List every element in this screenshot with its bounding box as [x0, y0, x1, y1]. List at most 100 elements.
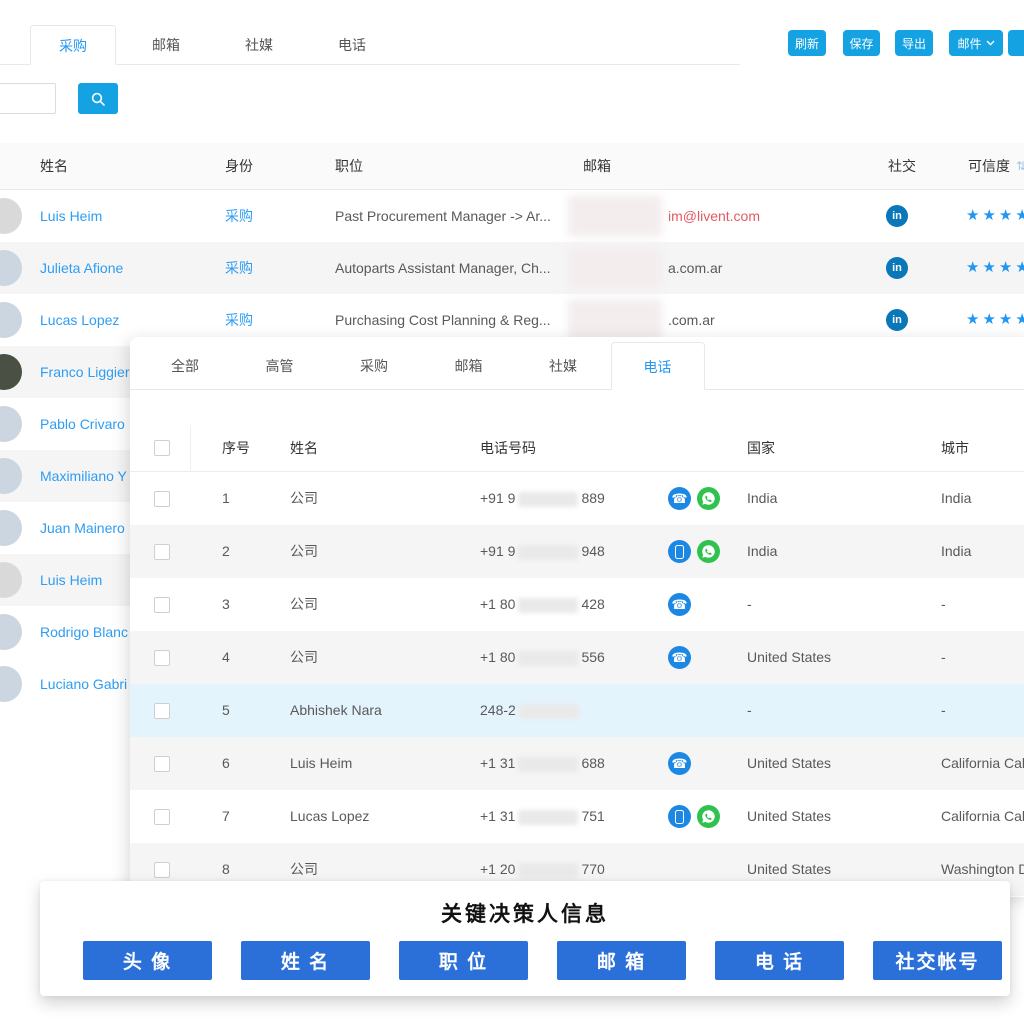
name-cell: 公司: [290, 472, 318, 525]
phone-icon[interactable]: ☎: [668, 593, 691, 616]
mobile-icon[interactable]: [668, 540, 691, 563]
email-button[interactable]: 邮 箱: [557, 941, 686, 980]
row-checkbox[interactable]: [154, 491, 170, 507]
tab-email[interactable]: 邮箱: [123, 25, 209, 65]
contact-icons: ☎: [668, 487, 720, 510]
search-button[interactable]: [78, 83, 118, 114]
name-cell: Luis Heim: [290, 737, 352, 790]
country-cell: India: [747, 472, 777, 525]
row-checkbox[interactable]: [154, 809, 170, 825]
avatar: [0, 562, 22, 598]
social-account-button[interactable]: 社交帐号: [873, 941, 1002, 980]
avatar: [0, 354, 22, 390]
phone-glyph: ☎: [671, 757, 687, 770]
whatsapp-icon[interactable]: [697, 487, 720, 510]
chevron-down-icon: [986, 40, 995, 46]
avatar: [0, 198, 22, 234]
contact-name-link[interactable]: Pablo Crivaro: [40, 398, 125, 450]
phone-prefix: 248-2: [480, 702, 516, 718]
whatsapp-icon[interactable]: [697, 805, 720, 828]
row-checkbox[interactable]: [154, 756, 170, 772]
contact-icons: ☎: [668, 752, 691, 775]
partial-action-button[interactable]: [1008, 30, 1024, 56]
identity-cell: 采购: [225, 242, 253, 294]
city-cell: California Cali: [941, 737, 1024, 790]
country-cell: -: [747, 578, 752, 631]
contact-name-link[interactable]: Luis Heim: [40, 190, 102, 242]
phone-icon[interactable]: ☎: [668, 646, 691, 669]
mobile-glyph: [675, 810, 684, 824]
panel-title: 关键决策人信息: [40, 898, 1010, 928]
number-cell: 4: [222, 631, 230, 684]
contact-name-link[interactable]: Lucas Lopez: [40, 294, 119, 346]
phone-glyph: ☎: [671, 651, 687, 664]
export-button[interactable]: 导出: [895, 30, 933, 56]
linkedin-icon[interactable]: in: [886, 257, 908, 279]
phone-prefix: +1 80: [480, 596, 515, 612]
phone-icon[interactable]: ☎: [668, 487, 691, 510]
phone-prefix: +91 9: [480, 543, 515, 559]
search-input[interactable]: [0, 83, 56, 114]
city-cell: -: [941, 631, 946, 684]
tab-social[interactable]: 社媒: [216, 25, 302, 65]
column-header-email: 邮箱: [583, 143, 611, 190]
avatar: [0, 406, 22, 442]
mail-button-label: 邮件: [957, 35, 981, 52]
select-all-checkbox[interactable]: [154, 440, 170, 456]
row-checkbox[interactable]: [154, 544, 170, 560]
row-checkbox[interactable]: [154, 862, 170, 878]
contact-name-link[interactable]: Julieta Afione: [40, 242, 123, 294]
number-cell: 5: [222, 684, 230, 737]
modal-tab-executives[interactable]: 高管: [233, 342, 327, 390]
contacts-modal: 全部高管采购邮箱社媒电话 序号姓名电话号码国家城市 1公司+91 9889☎In…: [130, 337, 1024, 897]
blurred-phone-region: [518, 810, 578, 825]
credibility-sort-icon[interactable]: ⇅: [1016, 143, 1024, 190]
phone-cell: +1 31751: [480, 790, 605, 843]
phone-suffix: 948: [581, 543, 604, 559]
contact-name-link[interactable]: Maximiliano Y: [40, 450, 127, 502]
key-decision-panel: 关键决策人信息 头 像姓 名职 位邮 箱电 话社交帐号: [40, 881, 1010, 996]
avatar: [0, 510, 22, 546]
whatsapp-icon[interactable]: [697, 540, 720, 563]
avatar: [0, 666, 22, 702]
row-checkbox[interactable]: [154, 703, 170, 719]
tab-phone[interactable]: 电话: [309, 25, 395, 65]
row-checkbox[interactable]: [154, 650, 170, 666]
tab-procurement[interactable]: 采购: [30, 25, 116, 65]
contact-name-link[interactable]: Juan Mainero: [40, 502, 125, 554]
linkedin-icon[interactable]: in: [886, 309, 908, 331]
name-button[interactable]: 姓 名: [241, 941, 370, 980]
modal-column-header-country: 国家: [747, 425, 775, 472]
modal-row: 6Luis Heim+1 31688☎United StatesCaliforn…: [130, 737, 1024, 790]
city-cell: California Cali: [941, 790, 1024, 843]
column-header-position: 职位: [335, 143, 363, 190]
phone-icon[interactable]: ☎: [668, 752, 691, 775]
phone-prefix: +1 20: [480, 861, 515, 877]
column-header-credibility: 可信度: [968, 143, 1010, 190]
refresh-button[interactable]: 刷新: [788, 30, 826, 56]
column-header-social: 社交: [888, 143, 916, 190]
linkedin-icon[interactable]: in: [886, 205, 908, 227]
row-checkbox[interactable]: [154, 597, 170, 613]
country-cell: -: [747, 684, 752, 737]
modal-tab-procurement[interactable]: 采购: [327, 342, 421, 390]
position-button[interactable]: 职 位: [399, 941, 528, 980]
modal-tab-social[interactable]: 社媒: [516, 342, 610, 390]
app-root: 采购邮箱社媒电话 刷新保存导出邮件 姓名身份职位邮箱社交可信度⇅ Luis He…: [0, 0, 1024, 1024]
mail-button[interactable]: 邮件: [949, 30, 1003, 56]
contact-name-link[interactable]: Luciano Gabri: [40, 658, 127, 710]
modal-tab-email[interactable]: 邮箱: [422, 342, 516, 390]
position-cell: Autoparts Assistant Manager, Ch...: [335, 242, 551, 294]
phone-cell: +1 31688: [480, 737, 605, 790]
contact-name-link[interactable]: Rodrigo Blanc: [40, 606, 128, 658]
contact-name-link[interactable]: Franco Liggier: [40, 346, 130, 398]
contact-name-link[interactable]: Luis Heim: [40, 554, 102, 606]
modal-tab-all[interactable]: 全部: [138, 342, 232, 390]
save-button[interactable]: 保存: [843, 30, 880, 56]
mobile-icon[interactable]: [668, 805, 691, 828]
modal-tab-phone[interactable]: 电话: [611, 342, 705, 390]
phone-button[interactable]: 电 话: [715, 941, 844, 980]
avatar-button[interactable]: 头 像: [83, 941, 212, 980]
phone-suffix: 751: [581, 808, 604, 824]
contact-icons: [668, 540, 720, 563]
